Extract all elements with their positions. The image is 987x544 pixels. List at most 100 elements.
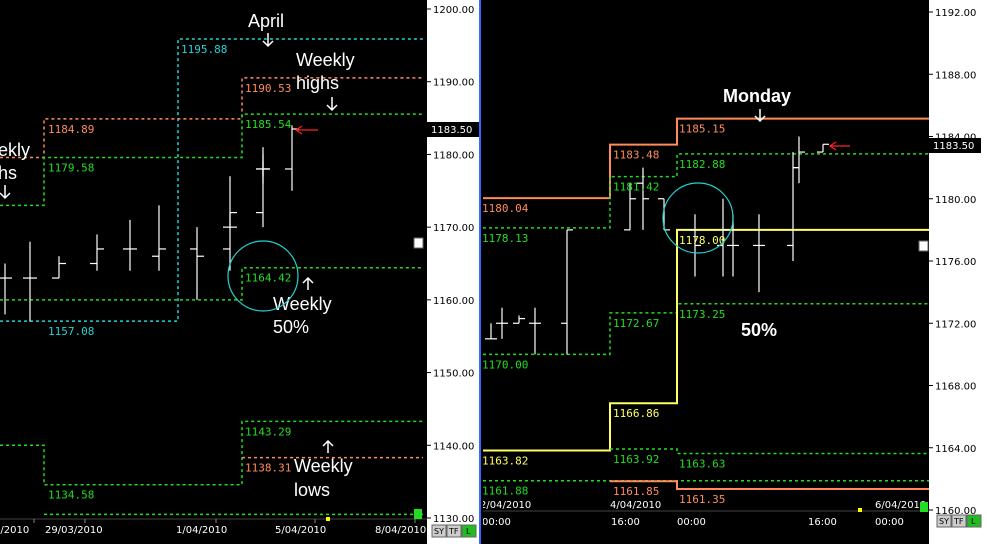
intraday-chart-pane[interactable]: 1185.15 1183.48 1182.88 1181.42 1180.04 1178.… (483, 0, 987, 544)
ohlc-bar (485, 323, 497, 340)
green-low-line (0, 420, 423, 486)
ohlc-bar (637, 167, 649, 230)
tf-button-label: TF (953, 517, 964, 526)
ohlc-bar (123, 219, 137, 271)
date-tick-label: 2/04/2010 (483, 500, 531, 511)
level-label: 1170.00 (483, 358, 528, 371)
price-tick-label: 1192.00 (935, 8, 976, 19)
level-label: 1190.53 (245, 82, 291, 95)
level-label: 1182.88 (679, 158, 725, 171)
axis-buttons: SY TF L (431, 524, 477, 538)
level-label: 1163.92 (613, 453, 659, 466)
ohlc-bar (256, 147, 270, 177)
red-arrow-icon (828, 141, 850, 151)
arrow-down-icon (326, 97, 338, 112)
sy-button-label: SY (434, 527, 444, 536)
annotation-monday: Monday (723, 86, 791, 106)
scroll-marker[interactable] (858, 508, 862, 512)
ohlc-bar (285, 125, 299, 191)
intraday-level-labels: 1185.15 1183.48 1182.88 1181.42 1180.04 1178.… (483, 123, 725, 506)
last-price-label: 1183.50 (431, 125, 472, 136)
level-label: 1180.04 (483, 202, 529, 215)
l-button-label: L (466, 527, 471, 536)
annotation-arrows (0, 33, 338, 453)
level-label: 1161.88 (483, 485, 528, 498)
weekly-chart[interactable]: 1195.88 1190.53 1185.54 1184.89 1179.58 1164.… (0, 0, 479, 544)
time-tick-label: 5/04/2010 (275, 525, 326, 536)
level-label: 1163.82 (483, 455, 528, 468)
annotation-weekly-50-1: Weekly (273, 294, 332, 314)
level-label: 1181.42 (613, 181, 659, 194)
annotation-april: April (248, 11, 284, 31)
level-label: 1183.48 (613, 149, 659, 162)
level-label: 1195.88 (181, 43, 227, 56)
time-tick-label: 8/04/2010 (375, 525, 426, 536)
level-label: 1161.85 (613, 485, 659, 498)
last-price-label: 1183.50 (933, 141, 974, 152)
weekly-chart-pane[interactable]: 1195.88 1190.53 1185.54 1184.89 1179.58 1164.… (0, 0, 481, 544)
ohlc-bar (52, 256, 66, 279)
annotation-weekly-lows-2: lows (294, 480, 330, 500)
ohlc-bar (90, 234, 104, 271)
annotation-weekly-lows-1: Weekly (294, 456, 353, 476)
price-tick-label: 1160.00 (433, 296, 474, 307)
level-label: 1163.63 (679, 458, 725, 471)
ohlc-bar (0, 263, 12, 315)
time-axis[interactable] (483, 508, 929, 544)
price-tick-label: 1180.00 (433, 150, 474, 161)
annotation-fifty: 50% (741, 320, 777, 340)
price-tick-label: 1130.00 (433, 514, 474, 525)
level-label: 1172.67 (613, 317, 659, 330)
price-tick-label: 1176.00 (935, 257, 976, 268)
sy-button-label: SY (939, 517, 949, 526)
price-axis[interactable] (929, 0, 987, 544)
price-tick-label: 1168.00 (935, 382, 976, 393)
ohlc-bar (793, 136, 805, 184)
price-tick-label: 1170.00 (433, 223, 474, 234)
date-tick-label: 6/04/2010 (875, 500, 926, 511)
level-label: 1178.00 (679, 234, 725, 247)
l-button-label: L (971, 517, 976, 526)
tf-button-label: TF (448, 527, 459, 536)
price-tick-label: 1190.00 (433, 78, 474, 89)
price-tick-label: 1188.00 (935, 70, 976, 81)
scroll-marker[interactable] (326, 517, 330, 521)
arrow-up-icon (302, 276, 314, 290)
time-tick-label: 00:00 (875, 517, 904, 528)
ohlc-bar (496, 307, 508, 339)
ohlc-bar (23, 241, 37, 322)
date-tick-label: 4/04/2010 (610, 500, 661, 511)
yellow-mid-line (483, 228, 929, 452)
level-label: 1179.58 (48, 161, 94, 174)
crosshair-toggle[interactable] (918, 240, 929, 252)
annotation-weekly-50-2: 50% (273, 317, 309, 337)
time-tick-label: 16:00 (808, 517, 837, 528)
ohlc-bar (817, 143, 829, 153)
level-label: 1143.29 (245, 425, 291, 438)
level-label: 1161.35 (679, 493, 725, 506)
time-tick-label: 00:00 (677, 517, 706, 528)
level-label: 1138.31 (245, 462, 291, 475)
weekly-price-bars (0, 125, 299, 322)
level-label: 1185.15 (679, 123, 725, 136)
scroll-handle[interactable] (414, 509, 422, 519)
weekly-level-lines (0, 38, 423, 516)
annotation-weekly-highs-1: Weekly (296, 50, 355, 70)
level-label: 1173.25 (679, 308, 725, 321)
ohlc-bar (190, 227, 204, 300)
intraday-chart[interactable]: 1185.15 1183.48 1182.88 1181.42 1180.04 1178.… (483, 0, 987, 544)
level-label: 1134.58 (48, 489, 94, 502)
time-tick-label: 1/04/2010 (176, 525, 227, 536)
scroll-handle[interactable] (920, 502, 928, 512)
annotation-weekly-partial-2: hs (0, 163, 17, 183)
ohlc-bar (152, 205, 166, 271)
annotation-weekly-partial-1: ekly (0, 140, 30, 160)
level-label: 1184.89 (48, 123, 94, 136)
crosshair-toggle[interactable] (413, 237, 424, 249)
price-tick-label: 1172.00 (935, 319, 976, 330)
intraday-level-lines (483, 117, 929, 490)
ohlc-bar (529, 307, 541, 355)
annotation-weekly-highs-2: highs (296, 73, 339, 93)
cyan-level-line (0, 38, 423, 322)
axis-buttons: SY TF L (936, 514, 982, 528)
